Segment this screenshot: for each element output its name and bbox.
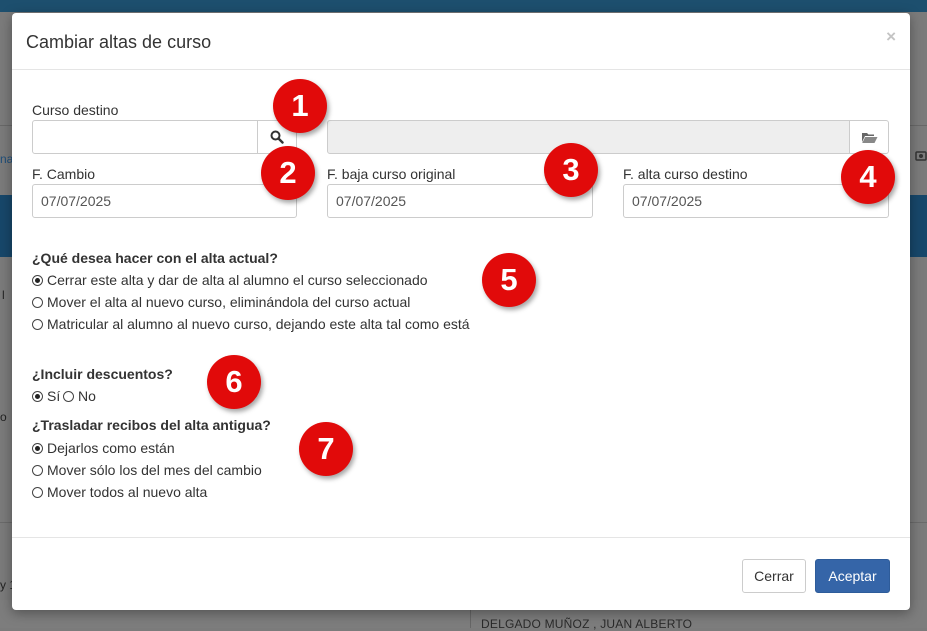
folder-open-icon [861,132,877,143]
option-label: Mover el alta al nuevo curso, eliminándo… [47,294,411,310]
recibos-option-dejar[interactable]: Dejarlos como están [32,440,175,456]
annotation-badge: 2 [261,146,315,200]
option-label: Sí [47,388,61,404]
option-label: Mover todos al nuevo alta [47,484,208,500]
radio-button[interactable] [32,296,43,308]
close-icon[interactable]: × [886,27,896,47]
annotation-badge: 5 [482,253,536,307]
search-icon [270,130,284,144]
alta-option-cerrar[interactable]: Cerrar este alta y dar de alta al alumno… [32,272,428,288]
radio-button[interactable] [32,274,43,286]
option-label: Mover sólo los del mes del cambio [47,462,262,478]
curso-destino-input[interactable] [32,120,258,154]
option-label: Cerrar este alta y dar de alta al alumno… [47,272,428,288]
annotation-badge: 7 [299,422,353,476]
modal-header: Cambiar altas de curso × [12,13,910,70]
annotation-badge: 4 [841,150,895,204]
annotation-badge: 6 [207,355,261,409]
radio-button[interactable] [32,318,43,330]
option-label: Dejarlos como están [47,440,175,456]
recibos-question: ¿Trasladar recibos del alta antigua? [32,417,271,433]
f-cambio-input[interactable] [32,184,297,218]
radio-button[interactable] [32,442,43,454]
alta-option-matricular[interactable]: Matricular al alumno al nuevo curso, dej… [32,316,470,332]
browse-course-button[interactable] [849,120,889,154]
modal-footer: Cerrar Aceptar [12,537,910,611]
radio-button[interactable] [63,390,74,402]
background-partial-icon [915,151,927,161]
descuentos-option-no[interactable]: No [63,388,96,404]
background-fragment: o [0,410,7,424]
recibos-option-todos[interactable]: Mover todos al nuevo alta [32,484,207,500]
option-label: Matricular al alumno al nuevo curso, dej… [47,316,470,332]
annotation-badge: 1 [273,79,327,133]
recibos-option-mes[interactable]: Mover sólo los del mes del cambio [32,462,262,478]
modal-title: Cambiar altas de curso [26,32,212,52]
f-alta-label: F. alta curso destino [623,166,748,182]
descuentos-question: ¿Incluir descuentos? [32,366,173,382]
aceptar-button[interactable]: Aceptar [815,559,890,593]
curso-destino-label: Curso destino [32,102,119,118]
option-label: No [78,388,96,404]
radio-button[interactable] [32,390,43,402]
change-course-modal: Cambiar altas de curso × Curso destino F… [12,13,910,610]
background-student-name: DELGADO MUÑOZ , JUAN ALBERTO [481,617,693,631]
radio-button[interactable] [32,464,43,476]
f-baja-label: F. baja curso original [327,166,456,182]
f-cambio-label: F. Cambio [32,166,96,182]
background-fragment: l [2,288,5,302]
descuentos-option-si[interactable]: Sí [32,388,60,404]
alta-option-mover[interactable]: Mover el alta al nuevo curso, eliminándo… [32,294,410,310]
background-top-bar [0,0,927,12]
annotation-badge: 3 [544,143,598,197]
cerrar-button[interactable]: Cerrar [742,559,806,593]
alta-question: ¿Qué desea hacer con el alta actual? [32,250,278,266]
radio-button[interactable] [32,486,43,498]
